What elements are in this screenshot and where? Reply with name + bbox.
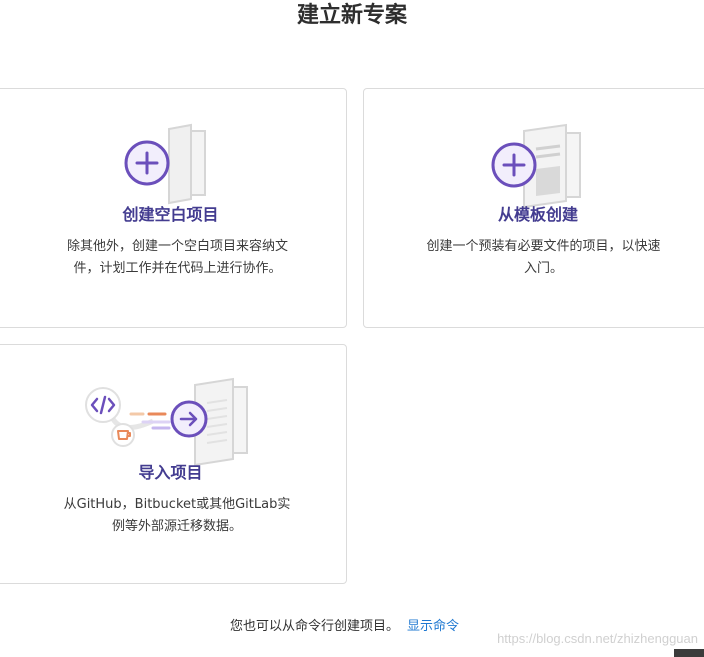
card-description: 从GitHub，Bitbucket或其他GitLab实例等外部源迁移数据。: [63, 497, 291, 534]
create-blank-project-card[interactable]: 创建空白项目 除其他外，创建一个空白项目来容纳文件，计划工作并在代码上进行协作。: [0, 88, 347, 328]
corner-bar: [674, 649, 704, 657]
create-from-template-card[interactable]: 从模板创建 创建一个预装有必要文件的项目，以快速入门。: [363, 88, 704, 328]
card-title: 创建空白项目: [122, 205, 219, 224]
import-illustration: [83, 375, 273, 467]
card-title: 从模板创建: [497, 205, 578, 224]
plus-icon: [491, 142, 537, 188]
command-line-hint-text: 您也可以从命令行创建项目。: [230, 619, 400, 634]
watermark: https://blog.csdn.net/zhizhengguan: [497, 631, 698, 646]
blank-project-illustration: [121, 121, 221, 211]
card-description: 除其他外，创建一个空白项目来容纳文件，计划工作并在代码上进行协作。: [66, 239, 288, 276]
arrow-right-icon: [170, 400, 208, 438]
document-icon: [168, 123, 206, 205]
card-description: 创建一个预装有必要文件的项目，以快速入门。: [426, 239, 661, 276]
code-icon: [85, 387, 121, 423]
page-title: 建立新专案: [296, 3, 407, 28]
command-line-hint: 您也可以从命令行创建项目。 显示命令: [230, 618, 459, 636]
card-title: 导入项目: [138, 463, 203, 482]
plus-icon: [124, 140, 170, 186]
import-project-card[interactable]: 导入项目 从GitHub，Bitbucket或其他GitLab实例等外部源迁移数…: [0, 344, 347, 584]
template-illustration: [490, 121, 590, 211]
show-command-link[interactable]: 显示命令: [407, 619, 459, 634]
gitlab-icon: [111, 423, 135, 447]
